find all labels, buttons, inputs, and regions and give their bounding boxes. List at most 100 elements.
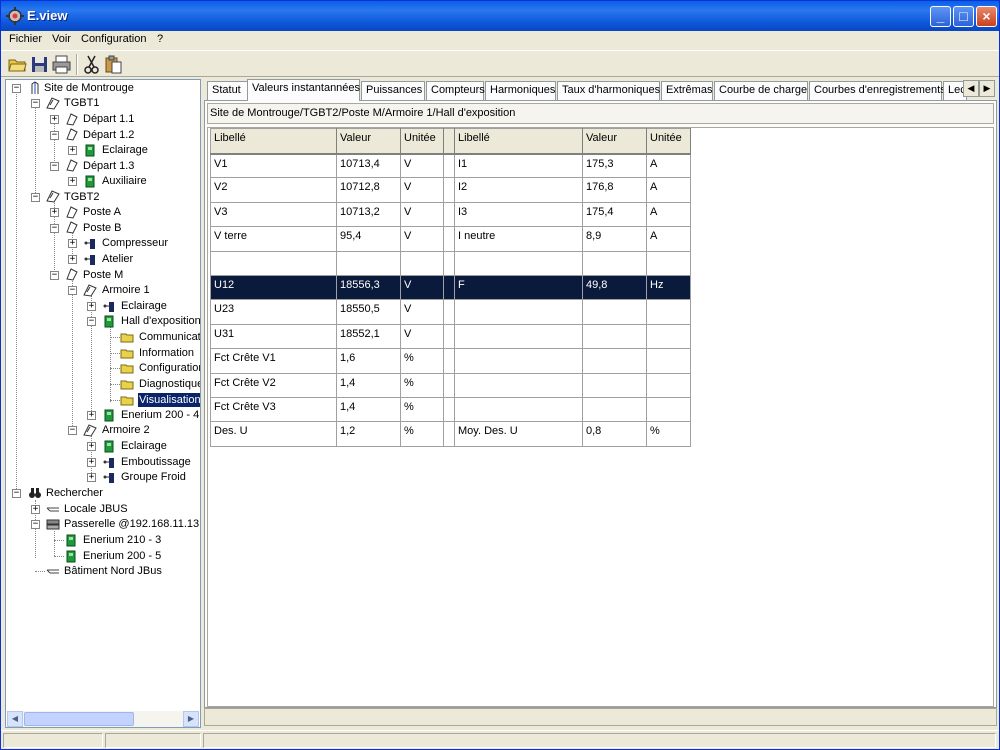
table-cell[interactable]	[582, 396, 647, 423]
tree-item-eclairage[interactable]: Eclairage	[121, 439, 167, 453]
tree-item-poste-a[interactable]: Poste A	[83, 205, 121, 219]
tree-item-compresseur[interactable]: Compresseur	[102, 236, 168, 250]
table-row[interactable]: Des. U 1,2% Moy. Des. U 0,8%	[210, 421, 691, 447]
table-row[interactable]: V3 10713,2 V I3 175,4 A	[210, 201, 691, 228]
tree-item-visualisation[interactable]: Visualisation	[138, 393, 200, 407]
tree-expander[interactable]: −	[31, 99, 40, 108]
table-cell[interactable]: I2	[454, 177, 583, 203]
table-cell[interactable]: V terre	[210, 226, 337, 252]
tab-compteurs[interactable]: Compteurs	[426, 81, 485, 100]
table-cell[interactable]: A	[646, 177, 691, 203]
tree-item-auxiliaire[interactable]: Auxiliaire	[102, 174, 147, 188]
tree-expander[interactable]: −	[31, 193, 40, 202]
table-row[interactable]: Fct Crête V1 1,6%	[210, 348, 691, 374]
table-row[interactable]: V1 10713,4 V I1 175,3 A	[210, 152, 691, 179]
table-cell[interactable]	[336, 250, 401, 276]
table-cell[interactable]: %	[400, 372, 444, 398]
table-cell[interactable]: %	[400, 348, 444, 374]
table-cell[interactable]	[582, 250, 647, 276]
tree-item-information[interactable]: Information	[139, 346, 194, 360]
table-cell[interactable]	[454, 299, 583, 325]
tab-statut[interactable]: Statut	[207, 81, 248, 100]
column-header[interactable]: Unitée	[400, 128, 444, 155]
scroll-right-button[interactable]: ▶	[183, 711, 199, 727]
tree-item-eclairage[interactable]: Eclairage	[121, 299, 167, 313]
table-cell[interactable]: 175,3	[582, 152, 647, 179]
tree-expander[interactable]: +	[87, 302, 96, 311]
menu-configuration[interactable]: Configuration	[81, 33, 146, 45]
minimize-button[interactable]: _	[930, 6, 951, 27]
table-cell[interactable]	[443, 152, 455, 179]
table-cell[interactable]	[646, 396, 691, 423]
menu-file[interactable]: Fichier	[9, 33, 42, 45]
tree-item-poste-m[interactable]: Poste M	[83, 268, 123, 282]
tree-expander[interactable]: −	[12, 489, 21, 498]
table-cell[interactable]: 95,4	[336, 226, 401, 252]
site-tree[interactable]: − Site de Montrouge − TGBT1 + Départ 1.1…	[5, 79, 201, 728]
tree-item-eclairage[interactable]: Eclairage	[102, 143, 148, 157]
tab-courbes-enregistrements[interactable]: Courbes d'enregistrements	[809, 81, 946, 100]
table-cell[interactable]: I neutre	[454, 226, 583, 252]
table-cell[interactable]: V2	[210, 177, 337, 203]
tree-expander[interactable]: −	[50, 224, 59, 233]
table-cell[interactable]: 1,4	[336, 372, 401, 398]
tree-item-rechercher[interactable]: Rechercher	[46, 486, 103, 500]
table-cell[interactable]	[210, 250, 337, 276]
table-cell[interactable]: 1,4	[336, 396, 401, 423]
table-cell[interactable]: %	[646, 421, 691, 447]
table-cell[interactable]: 18556,3	[336, 274, 401, 301]
menu-help[interactable]: ?	[157, 33, 163, 45]
tree-item-batiment-nord[interactable]: Bâtiment Nord JBus	[64, 564, 162, 578]
table-cell[interactable]	[443, 421, 455, 447]
table-cell[interactable]	[646, 299, 691, 325]
tree-item-emboutissage[interactable]: Emboutissage	[121, 455, 191, 469]
tree-expander[interactable]: +	[68, 146, 77, 155]
tree-item-diagnostique[interactable]: Diagnostique	[139, 377, 200, 391]
tree-expander[interactable]: +	[87, 442, 96, 451]
column-header[interactable]: Unitée	[646, 128, 691, 155]
tree-item-depart-1-2[interactable]: Départ 1.2	[83, 128, 134, 142]
table-cell[interactable]: 176,8	[582, 177, 647, 203]
tree-expander[interactable]: +	[68, 177, 77, 186]
paste-icon[interactable]	[103, 54, 124, 75]
tree-item-atelier[interactable]: Atelier	[102, 252, 133, 266]
table-cell[interactable]: V	[400, 152, 444, 179]
table-cell[interactable]: 1,2	[336, 421, 401, 447]
table-row[interactable]	[210, 250, 691, 276]
table-cell[interactable]	[443, 396, 455, 423]
tree-item-enerium-200-5[interactable]: Enerium 200 - 5	[83, 549, 161, 563]
table-cell[interactable]: A	[646, 226, 691, 252]
tree-item-passerelle[interactable]: Passerelle @192.168.11.13	[64, 517, 199, 531]
tree-expander[interactable]: −	[68, 426, 77, 435]
table-cell[interactable]: V	[400, 323, 444, 350]
open-folder-icon[interactable]	[7, 54, 28, 75]
tree-expander[interactable]: −	[50, 271, 59, 280]
table-cell[interactable]	[454, 348, 583, 374]
table-cell[interactable]: 49,8	[582, 274, 647, 301]
table-cell[interactable]: Fct Crête V1	[210, 348, 337, 374]
table-cell[interactable]: 18550,5	[336, 299, 401, 325]
table-cell[interactable]	[443, 372, 455, 398]
table-row[interactable]: Fct Crête V2 1,4%	[210, 372, 691, 398]
tree-item-depart-1-3[interactable]: Départ 1.3	[83, 159, 134, 173]
tree-item-groupe-froid[interactable]: Groupe Froid	[121, 470, 186, 484]
table-cell[interactable]: V	[400, 299, 444, 325]
table-cell[interactable]	[454, 372, 583, 398]
table-cell[interactable]: U23	[210, 299, 337, 325]
title-bar[interactable]: E.view _ □ ×	[1, 1, 999, 31]
table-cell[interactable]	[646, 323, 691, 350]
table-cell[interactable]	[443, 348, 455, 374]
tree-expander[interactable]: −	[50, 131, 59, 140]
table-cell[interactable]	[443, 323, 455, 350]
table-cell[interactable]: Fct Crête V3	[210, 396, 337, 423]
values-grid[interactable]: Libellé Valeur Unitée Libellé Valeur Uni…	[207, 127, 994, 707]
tree-item-configuration[interactable]: Configuratior	[139, 361, 200, 375]
table-cell[interactable]	[443, 177, 455, 203]
menu-view[interactable]: Voir	[52, 33, 71, 45]
table-cell[interactable]: Moy. Des. U	[454, 421, 583, 447]
tab-puissances[interactable]: Puissances	[361, 81, 425, 100]
table-cell[interactable]: 0,8	[582, 421, 647, 447]
tree-item-armoire-2[interactable]: Armoire 2	[102, 423, 150, 437]
tree-item-locale-jbus[interactable]: Locale JBUS	[64, 502, 128, 516]
table-cell[interactable]: V1	[210, 152, 337, 179]
